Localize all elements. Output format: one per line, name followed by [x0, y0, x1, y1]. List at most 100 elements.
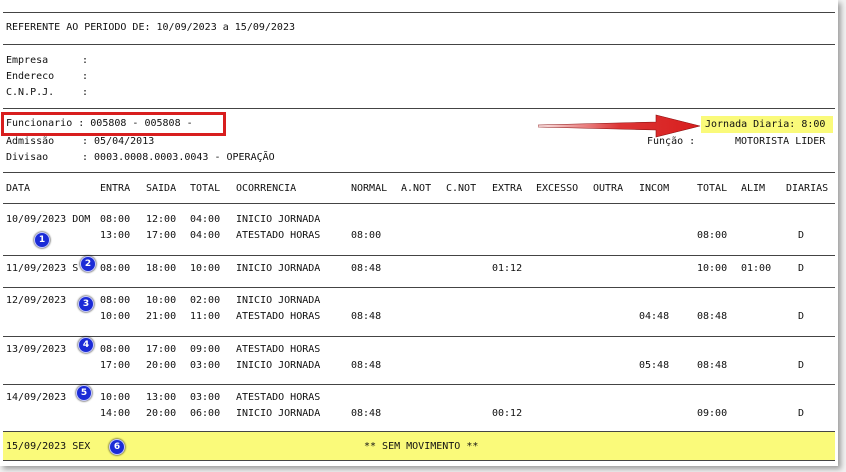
col-header-normal: NORMAL — [351, 183, 388, 194]
col-header-excesso: EXCESSO — [536, 183, 579, 194]
cell-alim: 01:00 — [741, 263, 772, 274]
cell-saida: 17:00 — [146, 230, 177, 241]
cell-incom: 04:48 — [639, 311, 670, 322]
sem-movimento: ** SEM MOVIMENTO ** — [364, 441, 479, 452]
funcionario-line: Funcionario : 005808 - 005808 - — [6, 118, 193, 129]
divider — [3, 460, 835, 461]
col-header-diarias: DIARIAS — [786, 183, 829, 194]
admissao-value: : 05/04/2013 — [82, 136, 155, 147]
cell-saida: 21:00 — [146, 311, 177, 322]
cell-ocorrencia: ATESTADO HORAS — [236, 311, 321, 322]
cell-entra: 13:00 — [100, 230, 131, 241]
cell-total2: 09:00 — [697, 408, 728, 419]
col-header-outra: OUTRA — [593, 183, 624, 194]
day-date: 12/09/2023 — [6, 295, 67, 306]
cell-ocorrencia: INICIO JORNADA — [236, 360, 321, 371]
cell-saida: 17:00 — [146, 344, 177, 355]
cell-total: 11:00 — [190, 311, 221, 322]
cell-saida: 10:00 — [146, 295, 177, 306]
cell-entra: 08:00 — [100, 344, 131, 355]
cell-saida: 13:00 — [146, 392, 177, 403]
cell-total2: 08:48 — [697, 311, 728, 322]
step-badge-3: 3 — [78, 296, 94, 312]
divider — [3, 384, 835, 385]
cell-diarias: D — [798, 263, 805, 274]
step-badge-6: 6 — [109, 439, 125, 455]
jornada-diaria: Jornada Diaria: 8:00 — [705, 119, 826, 130]
cell-total: 04:00 — [190, 230, 221, 241]
divider — [3, 287, 835, 288]
cell-saida: 20:00 — [146, 360, 177, 371]
day-date: 10/09/2023 DOM — [6, 214, 91, 225]
cell-total: 03:00 — [190, 360, 221, 371]
divider — [3, 108, 835, 109]
divider — [3, 44, 835, 45]
cell-ocorrencia: ATESTADO HORAS — [236, 392, 321, 403]
col-header-anot: A.NOT — [401, 183, 432, 194]
divider — [3, 12, 835, 13]
divider — [3, 336, 835, 337]
divider — [3, 203, 835, 204]
day-date: 14/09/2023 — [6, 392, 67, 403]
cell-diarias: D — [798, 360, 805, 371]
cell-total: 06:00 — [190, 408, 221, 419]
empresa-label: Empresa — [6, 55, 49, 66]
cell-ocorrencia: INICIO JORNADA — [236, 214, 321, 225]
step-badge-4: 4 — [78, 337, 94, 353]
cell-total: 03:00 — [190, 392, 221, 403]
cell-entra: 10:00 — [100, 311, 131, 322]
col-header-data: DATA — [6, 183, 31, 194]
cell-total2: 08:00 — [697, 230, 728, 241]
cell-entra: 08:00 — [100, 295, 131, 306]
cell-diarias: D — [798, 311, 805, 322]
cell-saida: 12:00 — [146, 214, 177, 225]
cell-entra: 08:00 — [100, 263, 131, 274]
col-header-total: TOTAL — [190, 183, 221, 194]
funcao-label: Função : — [647, 136, 696, 147]
col-header-entra: ENTRA — [100, 183, 131, 194]
cnpj-label: C.N.P.J. — [6, 87, 55, 98]
cell-incom: 05:48 — [639, 360, 670, 371]
cnpj-sep: : — [82, 87, 89, 98]
cell-extra: 00:12 — [492, 408, 523, 419]
col-header-alim: ALIM — [741, 183, 766, 194]
day-date: 11/09/2023 S — [6, 263, 79, 274]
cell-total: 09:00 — [190, 344, 221, 355]
col-header-saida: SAIDA — [146, 183, 177, 194]
cell-extra: 01:12 — [492, 263, 523, 274]
endereco-label: Endereco — [6, 71, 55, 82]
cell-saida: 18:00 — [146, 263, 177, 274]
cell-total: 04:00 — [190, 214, 221, 225]
cell-normal: 08:48 — [351, 263, 382, 274]
cell-total2: 08:48 — [697, 360, 728, 371]
divider — [3, 255, 835, 256]
col-header-ocorrencia: OCORRENCIA — [236, 183, 297, 194]
last-day-date: 15/09/2023 SEX — [6, 441, 91, 452]
cell-normal: 08:48 — [351, 408, 382, 419]
col-header-incom: INCOM — [639, 183, 670, 194]
step-badge-5: 5 — [76, 385, 92, 401]
cell-normal: 08:48 — [351, 311, 382, 322]
cell-saida: 20:00 — [146, 408, 177, 419]
cell-total2: 10:00 — [697, 263, 728, 274]
divisao-label: Divisao — [6, 152, 49, 163]
divider — [3, 172, 835, 173]
period-title: REFERENTE AO PERIODO DE: 10/09/2023 a 15… — [6, 22, 295, 33]
day-date: 13/09/2023 — [6, 344, 67, 355]
cell-entra: 10:00 — [100, 392, 131, 403]
endereco-sep: : — [82, 71, 89, 82]
cell-ocorrencia: INICIO JORNADA — [236, 295, 321, 306]
cell-entra: 14:00 — [100, 408, 131, 419]
cell-total: 10:00 — [190, 263, 221, 274]
cell-entra: 08:00 — [100, 214, 131, 225]
cell-ocorrencia: ATESTADO HORAS — [236, 344, 321, 355]
funcao-value: MOTORISTA LIDER — [735, 136, 826, 147]
cell-diarias: D — [798, 408, 805, 419]
empresa-sep: : — [82, 55, 89, 66]
cell-entra: 17:00 — [100, 360, 131, 371]
col-header-total2: TOTAL — [697, 183, 728, 194]
cell-ocorrencia: ATESTADO HORAS — [236, 230, 321, 241]
cell-total: 02:00 — [190, 295, 221, 306]
col-header-extra: EXTRA — [492, 183, 523, 194]
step-badge-2: 2 — [80, 256, 96, 272]
